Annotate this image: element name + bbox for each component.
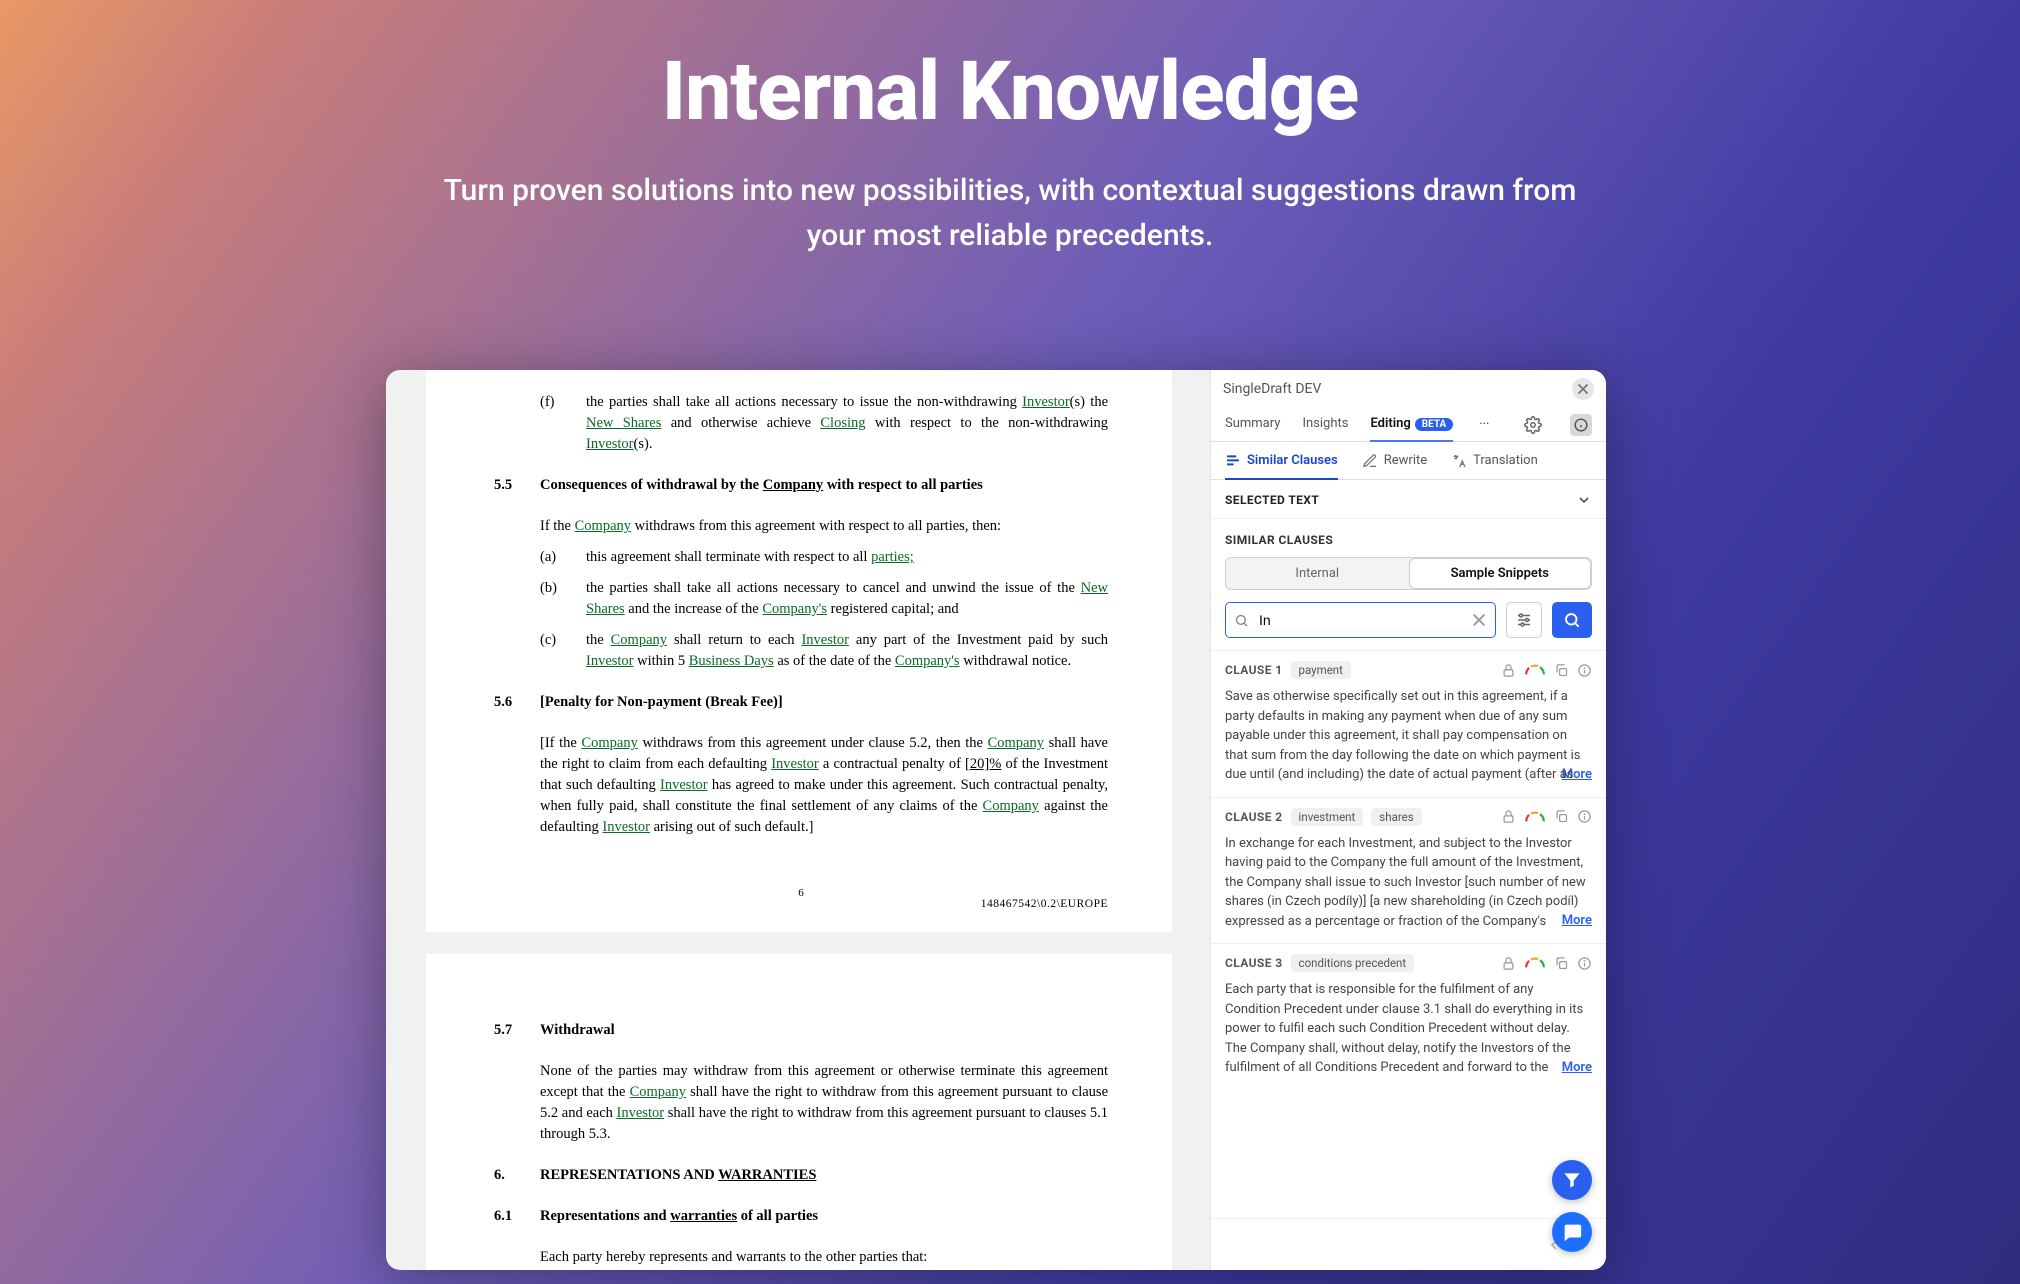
settings-button[interactable]: [1524, 416, 1542, 434]
page-title: Internal Knowledge: [0, 44, 2020, 140]
clause-card[interactable]: CLAUSE 1 payment Save as otherwise speci…: [1211, 650, 1606, 797]
copy-icon[interactable]: [1554, 809, 1569, 824]
filter-button[interactable]: [1506, 602, 1542, 638]
gauge-icon: [1524, 956, 1546, 970]
tab-summary[interactable]: Summary: [1225, 408, 1280, 441]
clause-list: CLAUSE 1 payment Save as otherwise speci…: [1211, 650, 1606, 1218]
similar-icon: [1225, 452, 1241, 468]
tab-editing[interactable]: EditingBETA: [1370, 408, 1453, 441]
subtab-translation[interactable]: Translation: [1451, 452, 1538, 479]
info-button[interactable]: [1570, 414, 1592, 436]
section-num: 5.5: [494, 475, 540, 496]
info-icon: [1574, 418, 1588, 432]
side-panel: SingleDraft DEV Summary Insights Editing…: [1210, 370, 1606, 1270]
close-icon: [1578, 384, 1588, 394]
search-icon: [1234, 613, 1255, 628]
app-brand: SingleDraft DEV: [1223, 381, 1560, 397]
funnel-icon: [1562, 1170, 1582, 1190]
info-icon[interactable]: [1577, 809, 1592, 824]
source-internal[interactable]: Internal: [1226, 558, 1409, 589]
section-title: Consequences of withdrawal by the Compan…: [540, 475, 1108, 496]
page-subtitle: Turn proven solutions into new possibili…: [420, 168, 1600, 258]
info-icon[interactable]: [1577, 663, 1592, 678]
chevron-down-icon: [1576, 492, 1592, 508]
document-viewer: (f) the parties shall take all actions n…: [386, 370, 1210, 1270]
search-input[interactable]: [1255, 608, 1471, 632]
lock-icon[interactable]: [1501, 663, 1516, 678]
beta-badge: BETA: [1415, 418, 1454, 431]
sliders-icon: [1515, 611, 1533, 629]
source-switch: Internal Sample Snippets: [1225, 557, 1592, 590]
doc-id: 148467542\0.2\EUROPE: [981, 896, 1108, 913]
selected-text-toggle[interactable]: SELECTED TEXT: [1211, 480, 1606, 519]
clear-search-button[interactable]: [1471, 614, 1487, 626]
search-button[interactable]: [1552, 602, 1592, 638]
similar-clauses-header: SIMILAR CLAUSES: [1211, 519, 1606, 557]
subtab-rewrite[interactable]: Rewrite: [1362, 452, 1427, 479]
chat-icon: [1561, 1221, 1583, 1243]
app-window: (f) the parties shall take all actions n…: [386, 370, 1606, 1270]
more-link[interactable]: More: [1558, 913, 1592, 928]
lock-icon[interactable]: [1501, 809, 1516, 824]
tab-insights[interactable]: Insights: [1302, 408, 1348, 441]
gauge-icon: [1524, 810, 1546, 824]
translation-icon: [1451, 453, 1467, 469]
more-tabs[interactable]: ···: [1475, 417, 1493, 432]
info-icon[interactable]: [1577, 956, 1592, 971]
close-button[interactable]: [1572, 378, 1594, 400]
chat-fab[interactable]: [1552, 1212, 1592, 1252]
document-page-1: (f) the parties shall take all actions n…: [426, 370, 1172, 932]
more-link[interactable]: More: [1558, 1060, 1592, 1075]
source-sample-snippets[interactable]: Sample Snippets: [1409, 558, 1592, 589]
document-page-2: 5.7 Withdrawal None of the parties may w…: [426, 954, 1172, 1270]
list-id: (f): [540, 392, 586, 455]
search-box[interactable]: [1225, 602, 1496, 638]
filter-fab[interactable]: [1552, 1160, 1592, 1200]
rewrite-icon: [1362, 453, 1378, 469]
close-icon: [1473, 614, 1485, 626]
copy-icon[interactable]: [1554, 663, 1569, 678]
clause-card[interactable]: CLAUSE 2 investment shares In exchange f…: [1211, 797, 1606, 944]
search-icon: [1563, 611, 1581, 629]
subtab-similar-clauses[interactable]: Similar Clauses: [1225, 452, 1338, 480]
lock-icon[interactable]: [1501, 956, 1516, 971]
gauge-icon: [1524, 663, 1546, 677]
gear-icon: [1524, 416, 1542, 434]
clause-card[interactable]: CLAUSE 3 conditions precedent Each party…: [1211, 943, 1606, 1090]
copy-icon[interactable]: [1554, 956, 1569, 971]
